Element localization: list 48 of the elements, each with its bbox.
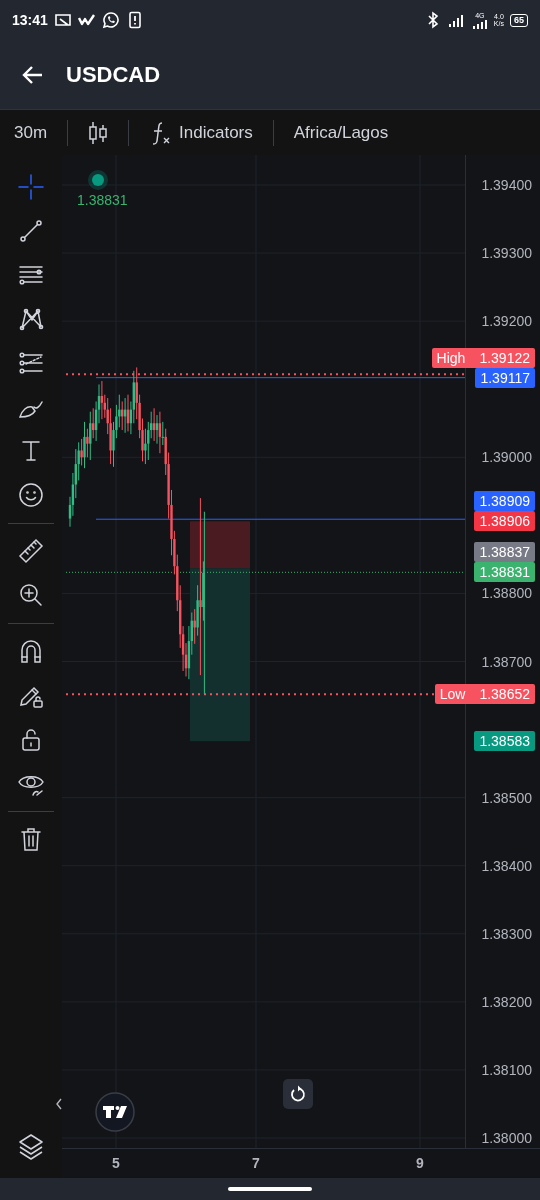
price-axis-label: 1.39300	[481, 245, 532, 262]
price-axis-label: 1.38700	[481, 653, 532, 670]
tag-value: 1.38831	[479, 564, 530, 581]
time-axis-label: 7	[252, 1155, 260, 1171]
price-axis-label: 1.38400	[481, 857, 532, 874]
interval-button[interactable]: 30m	[12, 118, 50, 147]
layers-icon	[16, 1132, 46, 1162]
price-axis-label: 1.38500	[481, 789, 532, 806]
price-axis-label: 1.39200	[481, 313, 532, 330]
chevron-left-icon[interactable]	[55, 1098, 63, 1110]
stop-loss-zone	[190, 521, 250, 569]
status-time: 13:41	[12, 12, 48, 28]
tag-value: 1.39117	[480, 369, 530, 386]
tag-value: 1.38906	[479, 513, 530, 530]
symbol-title: USDCAD	[66, 61, 161, 88]
crosshair-icon	[17, 173, 45, 201]
price-axis-label: 1.38000	[481, 1130, 532, 1146]
chat-icon	[101, 11, 120, 29]
screenshot-icon	[53, 11, 72, 29]
tag-value: 1.38837	[479, 544, 530, 561]
battery-level: 65	[510, 13, 528, 27]
last-price: 1.38831	[77, 192, 128, 208]
tag-value: 1.38652	[479, 686, 530, 703]
price-axis-label: 1.38200	[481, 993, 532, 1010]
price-axis-label: 1.38800	[481, 585, 532, 602]
timezone-button[interactable]: Africa/Lagos	[291, 118, 391, 147]
reset-icon	[289, 1085, 307, 1103]
tag-label: High	[436, 349, 466, 366]
tag-label: Low	[439, 686, 466, 703]
layers-button[interactable]	[16, 1132, 46, 1162]
live-dot-icon	[88, 170, 108, 190]
indicators-button[interactable]: Indicators	[147, 115, 255, 150]
tag-value: 1.39122	[479, 349, 530, 366]
time-axis-label: 9	[416, 1155, 424, 1171]
emoji-icon	[17, 481, 45, 509]
price-axis-label: 1.39000	[481, 449, 532, 466]
signal-icon	[471, 18, 488, 29]
tag-value: 1.38583	[479, 733, 530, 750]
zoom-in-icon	[17, 581, 45, 609]
reset-chart-button[interactable]	[283, 1079, 313, 1109]
time-axis-label: 5	[112, 1155, 120, 1171]
price-axis-label: 1.39400	[481, 177, 532, 193]
trend-line-icon	[17, 217, 45, 245]
price-axis-label: 1.38300	[481, 925, 532, 942]
logo-icon[interactable]	[95, 1092, 135, 1132]
ruler-icon	[17, 537, 45, 565]
tag-value: 1.38909	[479, 493, 530, 510]
price-axis-label: 1.38100	[481, 1061, 532, 1078]
